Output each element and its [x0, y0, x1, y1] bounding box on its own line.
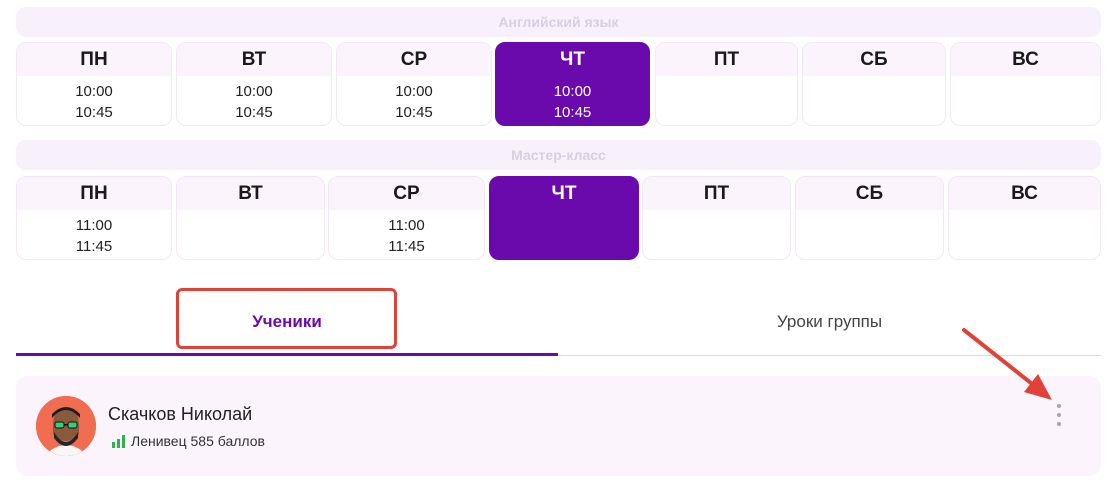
schedule-day[interactable]: СР 11:00 11:45	[328, 176, 485, 260]
day-times: 11:00 11:45	[329, 210, 484, 259]
tab-group-lessons[interactable]: Уроки группы	[558, 287, 1101, 356]
day-label: ВС	[949, 177, 1100, 210]
schedule-day[interactable]: ПН 11:00 11:45	[16, 176, 172, 260]
day-label: ВТ	[177, 43, 331, 76]
day-label: ВС	[951, 43, 1100, 76]
day-times: 11:00 11:45	[17, 210, 171, 259]
day-times: 10:00 10:45	[496, 76, 649, 125]
student-card[interactable]: Скачков Николай Ленивец 585 баллов	[16, 376, 1101, 476]
end-time: 11:45	[388, 237, 425, 255]
schedule-week-english: ПН 10:00 10:45 ВТ 10:00 10:45 СР 10:00 10:45 ЧТ 10…	[16, 42, 1101, 126]
schedule-title-english: Английский язык	[16, 7, 1101, 37]
day-times: 10:00 10:45	[17, 76, 171, 125]
tab-students[interactable]: Ученики	[16, 287, 558, 356]
student-level-text: Ленивец 585 баллов	[131, 433, 265, 449]
active-tab-indicator	[16, 353, 558, 356]
end-time: 10:45	[395, 103, 433, 121]
schedule-title-masterclass: Мастер-класс	[16, 140, 1101, 170]
day-label: СР	[329, 177, 484, 210]
day-label: ПТ	[656, 43, 797, 76]
end-time: 10:45	[75, 103, 113, 121]
bearded-man-avatar-icon	[36, 396, 96, 456]
end-time: 11:45	[75, 237, 113, 255]
schedule-week-masterclass: ПН 11:00 11:45 ВТ СР 11:00 11:45 ЧТ ПТ СБ ВС	[16, 176, 1101, 260]
day-label: СБ	[796, 177, 943, 210]
schedule-day[interactable]: ПТ	[642, 176, 791, 260]
day-label: ЧТ	[490, 177, 638, 210]
day-times	[490, 210, 638, 259]
day-label: ПН	[17, 177, 171, 210]
end-time: 10:45	[553, 103, 592, 121]
day-label: ПТ	[643, 177, 790, 210]
day-times	[796, 210, 943, 259]
schedule-day[interactable]: ВТ	[176, 176, 325, 260]
schedule-day[interactable]: СБ	[802, 42, 946, 126]
day-times	[656, 76, 797, 125]
kebab-menu-icon[interactable]	[1053, 404, 1065, 426]
start-time: 10:00	[553, 82, 592, 100]
day-times	[643, 210, 790, 259]
student-name[interactable]: Скачков Николай	[108, 404, 252, 425]
day-times: 10:00 10:45	[177, 76, 331, 125]
tabs: Ученики Уроки группы	[16, 287, 1101, 356]
day-label: ПН	[17, 43, 171, 76]
start-time: 10:00	[395, 82, 433, 100]
day-times	[177, 210, 324, 259]
start-time: 11:00	[75, 216, 113, 234]
schedule-day[interactable]: ВС	[948, 176, 1101, 260]
schedule-day[interactable]: ЧТ	[489, 176, 639, 260]
schedule-day[interactable]: СР 10:00 10:45	[336, 42, 492, 126]
student-level: Ленивец 585 баллов	[112, 433, 265, 449]
day-label: СР	[337, 43, 491, 76]
end-time: 10:45	[235, 103, 273, 121]
schedule-day[interactable]: ВТ 10:00 10:45	[176, 42, 332, 126]
day-times: 10:00 10:45	[337, 76, 491, 125]
day-label: СБ	[803, 43, 945, 76]
day-times	[951, 76, 1100, 125]
schedule-day[interactable]: ЧТ 10:00 10:45	[495, 42, 650, 126]
schedule-day[interactable]: СБ	[795, 176, 944, 260]
day-label: ЧТ	[496, 43, 649, 76]
start-time: 11:00	[388, 216, 425, 234]
schedule-day[interactable]: ПН 10:00 10:45	[16, 42, 172, 126]
schedule-day[interactable]: ВС	[950, 42, 1101, 126]
day-times	[803, 76, 945, 125]
day-times	[949, 210, 1100, 259]
signal-bars-icon	[112, 434, 125, 448]
day-label: ВТ	[177, 177, 324, 210]
avatar[interactable]	[36, 396, 96, 456]
start-time: 10:00	[235, 82, 273, 100]
schedule-day[interactable]: ПТ	[655, 42, 798, 126]
start-time: 10:00	[75, 82, 113, 100]
